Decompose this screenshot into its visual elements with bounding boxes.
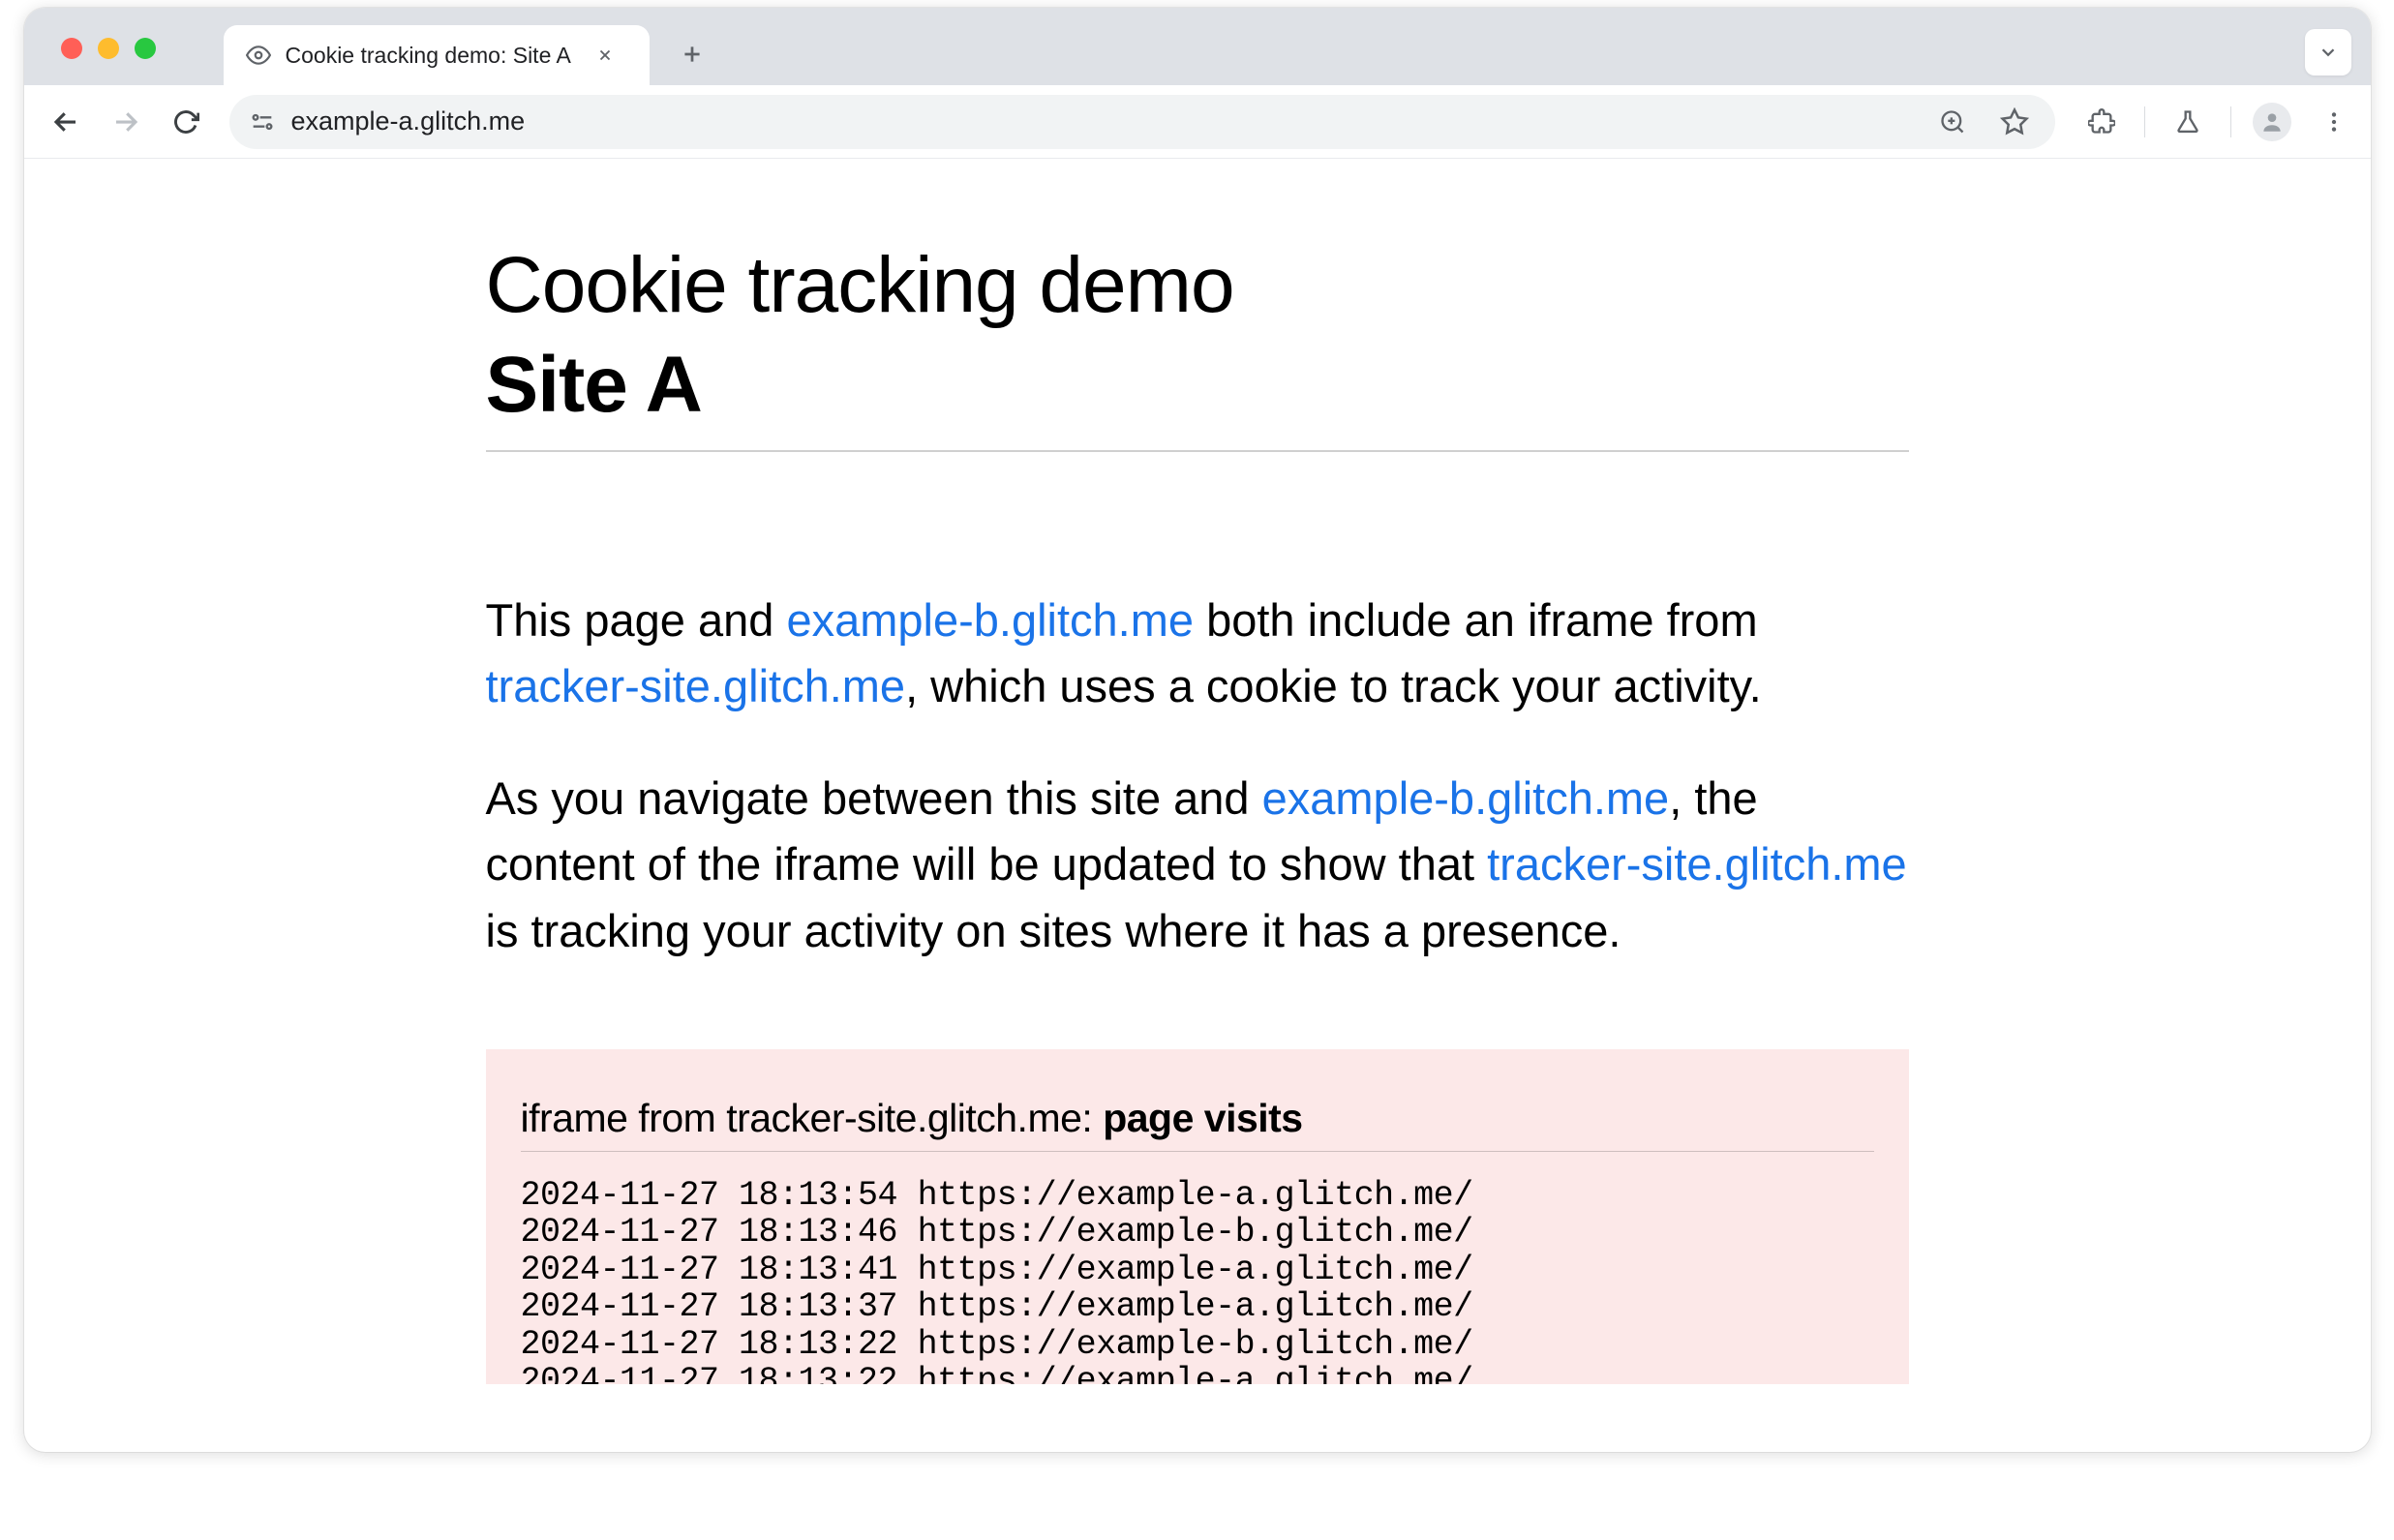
tab-title: Cookie tracking demo: Site A <box>286 43 571 69</box>
visit-entry: 2024-11-27 18:13:22 https://example-a.gl… <box>521 1363 1874 1384</box>
maximize-window-button[interactable] <box>135 38 156 59</box>
link-example-b[interactable]: example-b.glitch.me <box>1262 772 1670 824</box>
extensions-icon[interactable] <box>2080 101 2123 143</box>
tab-search-button[interactable] <box>2305 29 2351 75</box>
bookmark-star-icon[interactable] <box>1993 101 2036 143</box>
visit-entry: 2024-11-27 18:13:41 https://example-a.gl… <box>521 1252 1874 1289</box>
labs-flask-icon[interactable] <box>2167 101 2209 143</box>
heading-line1: Cookie tracking demo <box>486 241 1234 329</box>
page-visits-log: 2024-11-27 18:13:54 https://example-a.gl… <box>521 1177 1874 1385</box>
close-tab-button[interactable] <box>592 43 618 68</box>
back-button[interactable] <box>40 96 92 148</box>
paragraph-1: This page and example-b.glitch.me both i… <box>486 588 1909 719</box>
link-example-b[interactable]: example-b.glitch.me <box>786 594 1194 646</box>
zoom-icon[interactable] <box>1931 101 1974 143</box>
profile-avatar[interactable] <box>2253 103 2291 141</box>
tab-strip: Cookie tracking demo: Site A <box>24 8 2371 85</box>
toolbar: example-a.glitch.me <box>24 85 2371 159</box>
close-window-button[interactable] <box>61 38 82 59</box>
menu-dots-icon[interactable] <box>2313 101 2355 143</box>
visit-entry: 2024-11-27 18:13:22 https://example-b.gl… <box>521 1326 1874 1364</box>
iframe-heading: iframe from tracker-site.glitch.me: page… <box>521 1096 1874 1152</box>
site-settings-icon[interactable] <box>249 108 276 136</box>
paragraph-2: As you navigate between this site and ex… <box>486 766 1909 963</box>
minimize-window-button[interactable] <box>98 38 119 59</box>
toolbar-divider <box>2144 106 2145 137</box>
visit-entry: 2024-11-27 18:13:37 https://example-a.gl… <box>521 1288 1874 1326</box>
browser-window: Cookie tracking demo: Site A <box>24 8 2371 1452</box>
iframe-tracker-box: iframe from tracker-site.glitch.me: page… <box>486 1049 1909 1385</box>
page-title: Cookie tracking demo Site A <box>486 236 1909 452</box>
toolbar-divider <box>2230 106 2231 137</box>
reload-button[interactable] <box>160 96 212 148</box>
link-tracker-site[interactable]: tracker-site.glitch.me <box>1487 838 1907 890</box>
visit-entry: 2024-11-27 18:13:54 https://example-a.gl… <box>521 1177 1874 1215</box>
url-text: example-a.glitch.me <box>291 106 1916 136</box>
heading-line2: Site A <box>486 341 702 429</box>
address-bar[interactable]: example-a.glitch.me <box>229 95 2055 149</box>
viewport: Cookie tracking demo Site A This page an… <box>24 159 2371 1452</box>
page-content: Cookie tracking demo Site A This page an… <box>467 159 1928 1384</box>
forward-button[interactable] <box>100 96 152 148</box>
link-tracker-site[interactable]: tracker-site.glitch.me <box>486 660 906 711</box>
eye-icon <box>245 42 272 69</box>
browser-tab[interactable]: Cookie tracking demo: Site A <box>224 25 650 85</box>
window-controls <box>61 38 156 59</box>
visit-entry: 2024-11-27 18:13:46 https://example-b.gl… <box>521 1214 1874 1252</box>
new-tab-button[interactable] <box>669 31 715 77</box>
